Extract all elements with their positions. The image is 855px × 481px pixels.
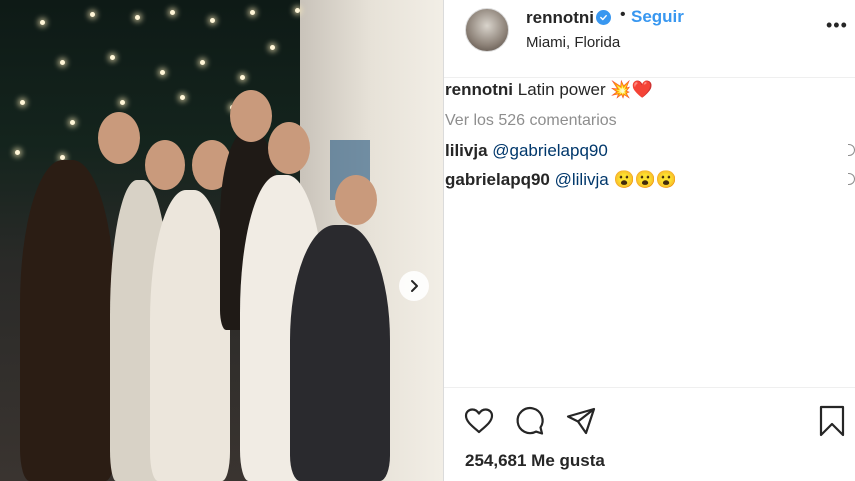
caption-text: Latin power xyxy=(517,80,606,99)
comment-like-icon[interactable] xyxy=(848,144,855,156)
verified-icon xyxy=(596,10,611,25)
comment-mention[interactable]: @gabrielapq90 xyxy=(492,141,608,160)
person-3 xyxy=(150,190,230,481)
post-photo[interactable] xyxy=(0,0,443,481)
person-1-head xyxy=(98,112,140,164)
header-divider xyxy=(444,77,855,78)
heart-icon[interactable] xyxy=(462,404,496,438)
location-link[interactable]: Miami, Florida xyxy=(526,34,620,51)
bookmark-icon[interactable] xyxy=(815,404,849,438)
view-all-comments-link[interactable]: Ver los 526 comentarios xyxy=(445,112,617,130)
more-options-button[interactable]: ••• xyxy=(826,16,848,34)
actions-divider xyxy=(444,387,855,388)
person-5-head xyxy=(268,122,310,174)
comment-item: gabrielapq90 @lilivja 😮😮😮 xyxy=(445,170,677,190)
comment-item: lilivja @gabrielapq90 xyxy=(445,141,608,161)
person-1 xyxy=(20,160,115,481)
comment-icon[interactable] xyxy=(513,404,547,438)
next-photo-button[interactable] xyxy=(399,271,429,301)
caption-emojis: 💥❤️ xyxy=(610,80,653,99)
chevron-right-icon xyxy=(411,280,418,292)
person-6 xyxy=(290,225,390,481)
comment-emojis: 😮😮😮 xyxy=(613,170,677,189)
comment-username[interactable]: lilivja xyxy=(445,141,488,160)
comment-like-icon[interactable] xyxy=(848,173,855,185)
likes-count[interactable]: 254,681 Me gusta xyxy=(465,451,605,471)
follow-button[interactable]: Seguir xyxy=(631,7,684,27)
header-separator: • xyxy=(620,6,626,23)
caption: rennotni Latin power 💥❤️ xyxy=(445,80,653,100)
person-4-head xyxy=(230,90,272,142)
share-icon[interactable] xyxy=(564,404,598,438)
avatar[interactable] xyxy=(465,8,509,52)
caption-username[interactable]: rennotni xyxy=(445,80,513,99)
action-bar xyxy=(444,396,855,446)
comment-username[interactable]: gabrielapq90 xyxy=(445,170,550,189)
post-header: rennotni • Seguir Miami, Florida ••• xyxy=(444,0,855,62)
comment-mention[interactable]: @lilivja xyxy=(555,170,609,189)
header-username[interactable]: rennotni xyxy=(526,8,594,28)
person-2-head xyxy=(145,140,185,190)
person-6-head xyxy=(335,175,377,225)
